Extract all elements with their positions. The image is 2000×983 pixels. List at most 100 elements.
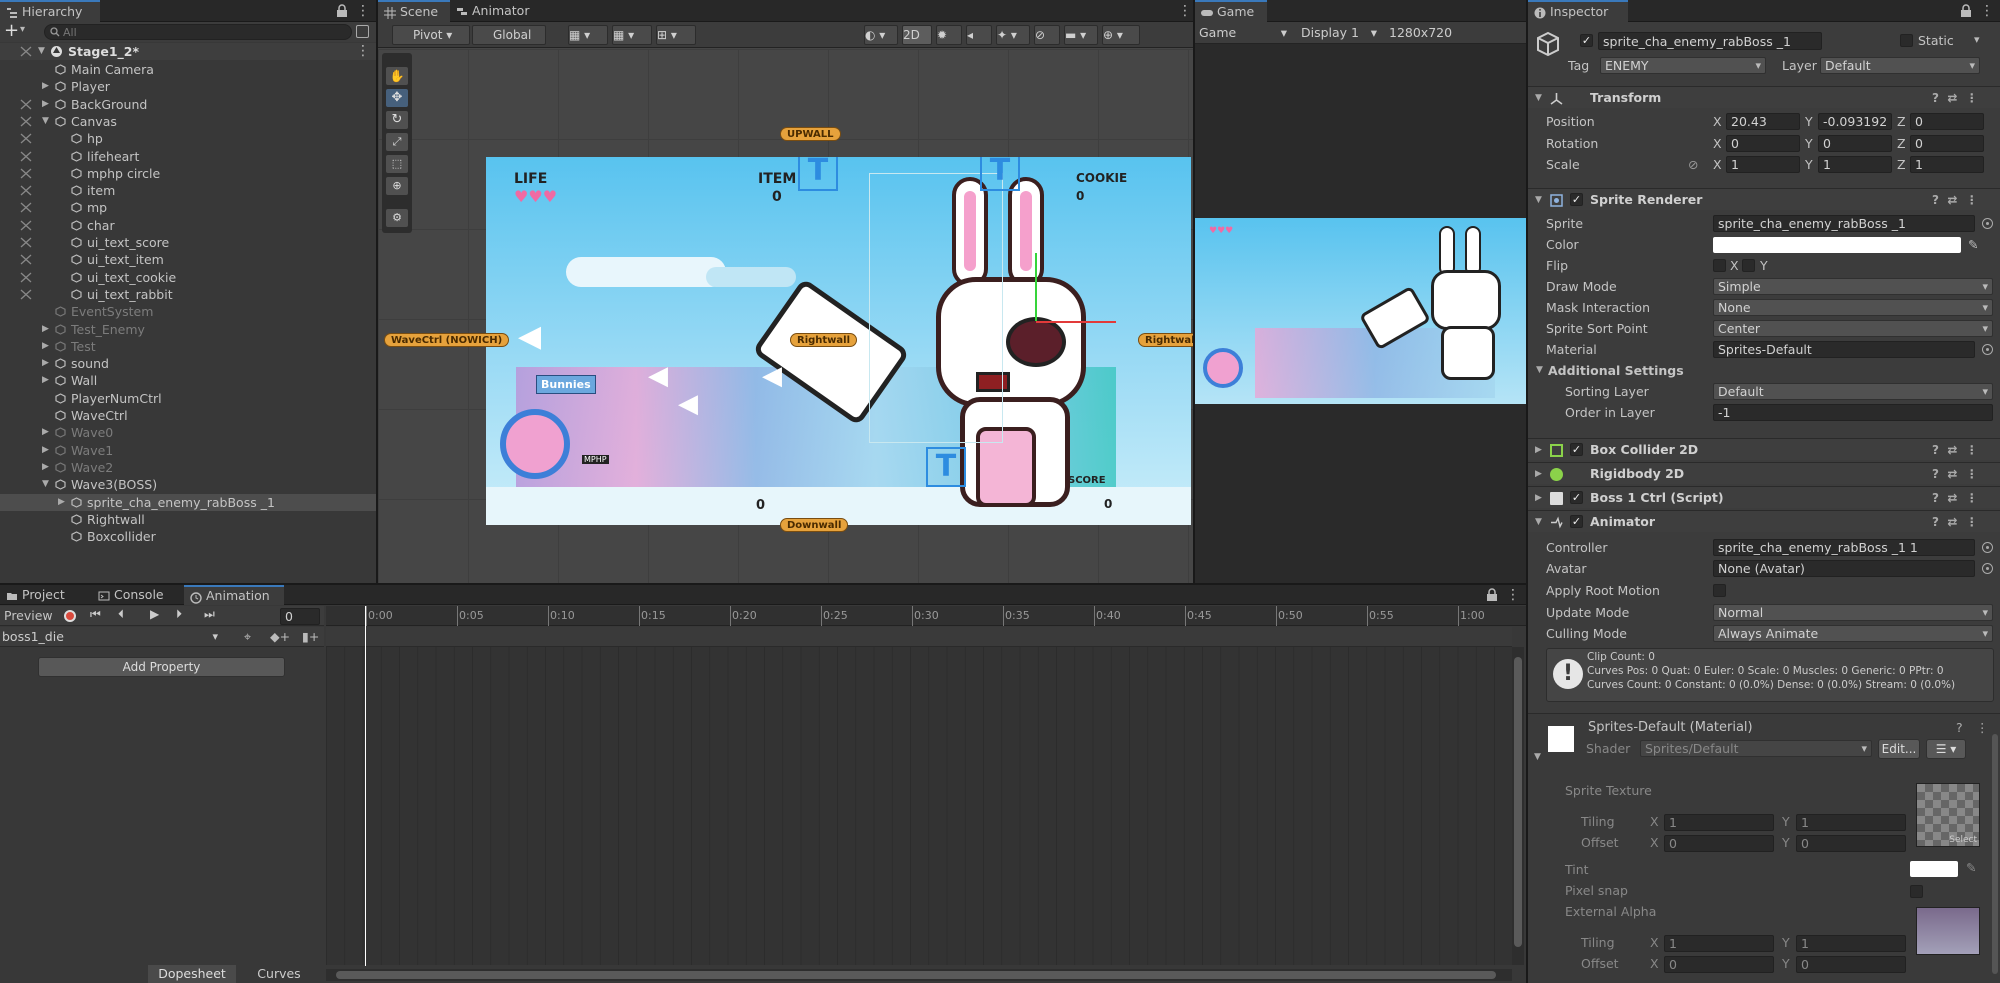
tag-dropdown[interactable]: ENEMY (1600, 57, 1766, 74)
collapse-arrow-icon[interactable]: ▼ (1535, 189, 1542, 211)
playhead[interactable] (365, 606, 366, 966)
visibility-hidden-icon[interactable] (20, 289, 32, 300)
additional-settings-row[interactable]: ▼ Additional Settings (1528, 362, 2000, 379)
axis-z-label[interactable]: Z (1897, 135, 1906, 152)
clip-dropdown[interactable]: boss1_die ▾ (2, 628, 220, 646)
grid-visibility-button[interactable]: ▦ ▾ (612, 25, 652, 45)
sprite-field[interactable]: sprite_cha_enemy_rabBoss _1 (1713, 215, 1975, 232)
camera-button[interactable]: ▬ ▾ (1064, 25, 1098, 45)
sprite-renderer-enabled-checkbox[interactable]: ✓ (1570, 193, 1583, 206)
curves-tab[interactable]: Curves (240, 965, 318, 983)
axis-y-label[interactable]: Y (1805, 156, 1813, 173)
expand-arrow-icon[interactable]: ▶ (42, 442, 49, 459)
edit-shader-button[interactable]: Edit... (1878, 739, 1920, 759)
axis-z-label[interactable]: Z (1897, 113, 1906, 130)
offset2-x-field[interactable]: 0 (1664, 956, 1774, 973)
static-dropdown-icon[interactable]: ▾ (1974, 33, 1980, 46)
visibility-hidden-icon[interactable] (20, 116, 32, 127)
pivot-dropdown[interactable]: Pivot ▾ (392, 25, 470, 45)
offset-x-field[interactable]: 0 (1664, 835, 1774, 852)
visibility-hidden-icon[interactable] (20, 254, 32, 265)
add-keyframe-icon[interactable]: ◆+ (270, 629, 290, 644)
lock-icon[interactable] (1960, 4, 1972, 18)
transform-rotation-z-field[interactable]: 0 (1910, 134, 1984, 152)
sprite-renderer-header[interactable]: ▼ ✓ Sprite Renderer ? ⇄ ⋮ (1528, 188, 2000, 210)
gizmos-button[interactable]: ⊕ ▾ (1102, 25, 1140, 45)
tiling2-x-field[interactable]: 1 (1664, 935, 1774, 952)
visibility-hidden-icon[interactable] (20, 272, 32, 283)
scene-menu-icon[interactable]: ⋮ (356, 43, 370, 59)
order-field[interactable]: -1 (1713, 404, 1993, 421)
visibility-hidden-icon[interactable] (20, 151, 32, 162)
collapse-arrow-icon[interactable]: ▼ (1534, 752, 1541, 762)
timeline-ruler[interactable]: 0:00 0:05 0:10 0:15 0:20 0:25 0:30 0:35 0:40 0:45… (326, 606, 1526, 626)
avatar-field[interactable]: None (Avatar) (1713, 560, 1975, 577)
hierarchy-item[interactable]: ui_text_item (0, 251, 376, 268)
expand-arrow-icon[interactable]: ▶ (42, 78, 49, 95)
first-key-icon[interactable]: ⏮ (90, 607, 101, 622)
expand-arrow-icon[interactable]: ▶ (58, 494, 65, 511)
hierarchy-item[interactable]: ui_text_score (0, 234, 376, 251)
grid-snap-button[interactable]: ▦ ▾ (568, 25, 608, 45)
rigidbody-header[interactable]: ▶ Rigidbody 2D ? ⇄ ⋮ (1528, 462, 2000, 484)
hierarchy-item[interactable]: item (0, 182, 376, 199)
eyedropper-icon[interactable]: ✎ (1968, 236, 1978, 253)
game-view[interactable]: ♥♥♥ (1195, 218, 1526, 404)
inspector-scrollbar[interactable] (1992, 734, 1998, 974)
scene-menu-icon[interactable]: ⋮ (1178, 3, 1192, 19)
expand-arrow-icon[interactable]: ▶ (1535, 463, 1542, 485)
eyedropper-icon[interactable]: ✎ (1966, 860, 1976, 875)
hierarchy-item[interactable]: lifeheart (0, 148, 376, 165)
display-dropdown[interactable]: Display 1 ▾ (1301, 24, 1381, 42)
help-icon[interactable]: ? (1956, 720, 1963, 735)
component-actions[interactable]: ? ⇄ ⋮ (1932, 87, 1992, 109)
transform-position-x-field[interactable]: 20.43 (1726, 113, 1800, 130)
prev-key-icon[interactable]: ⏴ (118, 607, 124, 622)
effects-button[interactable]: ✦ ▾ (996, 25, 1030, 45)
add-event-icon[interactable]: ▮+ (302, 629, 319, 644)
hidden-objects-button[interactable]: ⊘ (1034, 25, 1060, 45)
alpha-thumbnail[interactable] (1916, 907, 1980, 955)
tiling2-y-field[interactable]: 1 (1796, 935, 1906, 952)
component-actions[interactable]: ? ⇄ ⋮ (1932, 439, 1992, 461)
hierarchy-item[interactable]: char (0, 217, 376, 234)
next-key-icon[interactable]: ⏵ (176, 607, 182, 622)
root-motion-checkbox[interactable] (1713, 584, 1726, 597)
flip-y-checkbox[interactable] (1742, 259, 1755, 272)
box-collider-header[interactable]: ▶ ✓ Box Collider 2D ? ⇄ ⋮ (1528, 438, 2000, 460)
axis-x-label[interactable]: X (1713, 113, 1722, 130)
create-plus-icon[interactable]: + (4, 22, 19, 40)
tab-hierarchy[interactable]: Hierarchy (0, 0, 100, 22)
create-dropdown-icon[interactable]: ▾ (20, 24, 25, 35)
rect-tool-icon[interactable]: ⬚ (386, 155, 408, 173)
lighting-button[interactable]: ✹ (936, 25, 962, 45)
shader-options-button[interactable]: ☰ ▾ (1926, 739, 1966, 759)
move-gizmo-y[interactable] (1035, 253, 1037, 321)
frame-field[interactable]: 0 (280, 608, 320, 625)
animator-header[interactable]: ▼ ✓ Animator ? ⇄ ⋮ (1528, 510, 2000, 532)
script-header[interactable]: ▶ ✓ Boss 1 Ctrl (Script) ? ⇄ ⋮ (1528, 486, 2000, 508)
hierarchy-menu-icon[interactable]: ⋮ (356, 3, 370, 19)
scene-search-icon[interactable] (356, 25, 369, 38)
axis-y-label[interactable]: Y (1805, 113, 1813, 130)
component-actions[interactable]: ? ⇄ ⋮ (1932, 189, 1992, 211)
expand-arrow-icon[interactable]: ▼ (38, 43, 45, 60)
collapse-arrow-icon[interactable]: ▼ (1535, 511, 1542, 533)
tab-animation[interactable]: Animation (184, 585, 284, 605)
texture-select-label[interactable]: Select (1949, 835, 1977, 845)
vertical-scroll-thumb[interactable] (1514, 657, 1522, 947)
visibility-hidden-icon[interactable] (20, 202, 32, 213)
expand-arrow-icon[interactable]: ▶ (42, 459, 49, 476)
sorting-layer-dropdown[interactable]: Default (1713, 383, 1993, 400)
transform-scale-z-field[interactable]: 1 (1910, 156, 1984, 173)
visibility-hidden-icon[interactable] (20, 99, 32, 110)
component-actions[interactable]: ? ⇄ ⋮ (1932, 487, 1992, 509)
increment-snap-button[interactable]: ⊞ ▾ (656, 25, 696, 45)
hierarchy-item[interactable]: Boxcollider (0, 528, 376, 545)
visibility-hidden-icon[interactable] (20, 133, 32, 144)
tab-game[interactable]: Game (1195, 0, 1267, 22)
object-picker-icon[interactable] (1982, 542, 1993, 553)
collapse-arrow-icon[interactable]: ▼ (1535, 87, 1542, 109)
transform-tool-icon[interactable]: ⊕ (386, 177, 408, 195)
hierarchy-item[interactable]: ▼ Canvas (0, 113, 376, 130)
